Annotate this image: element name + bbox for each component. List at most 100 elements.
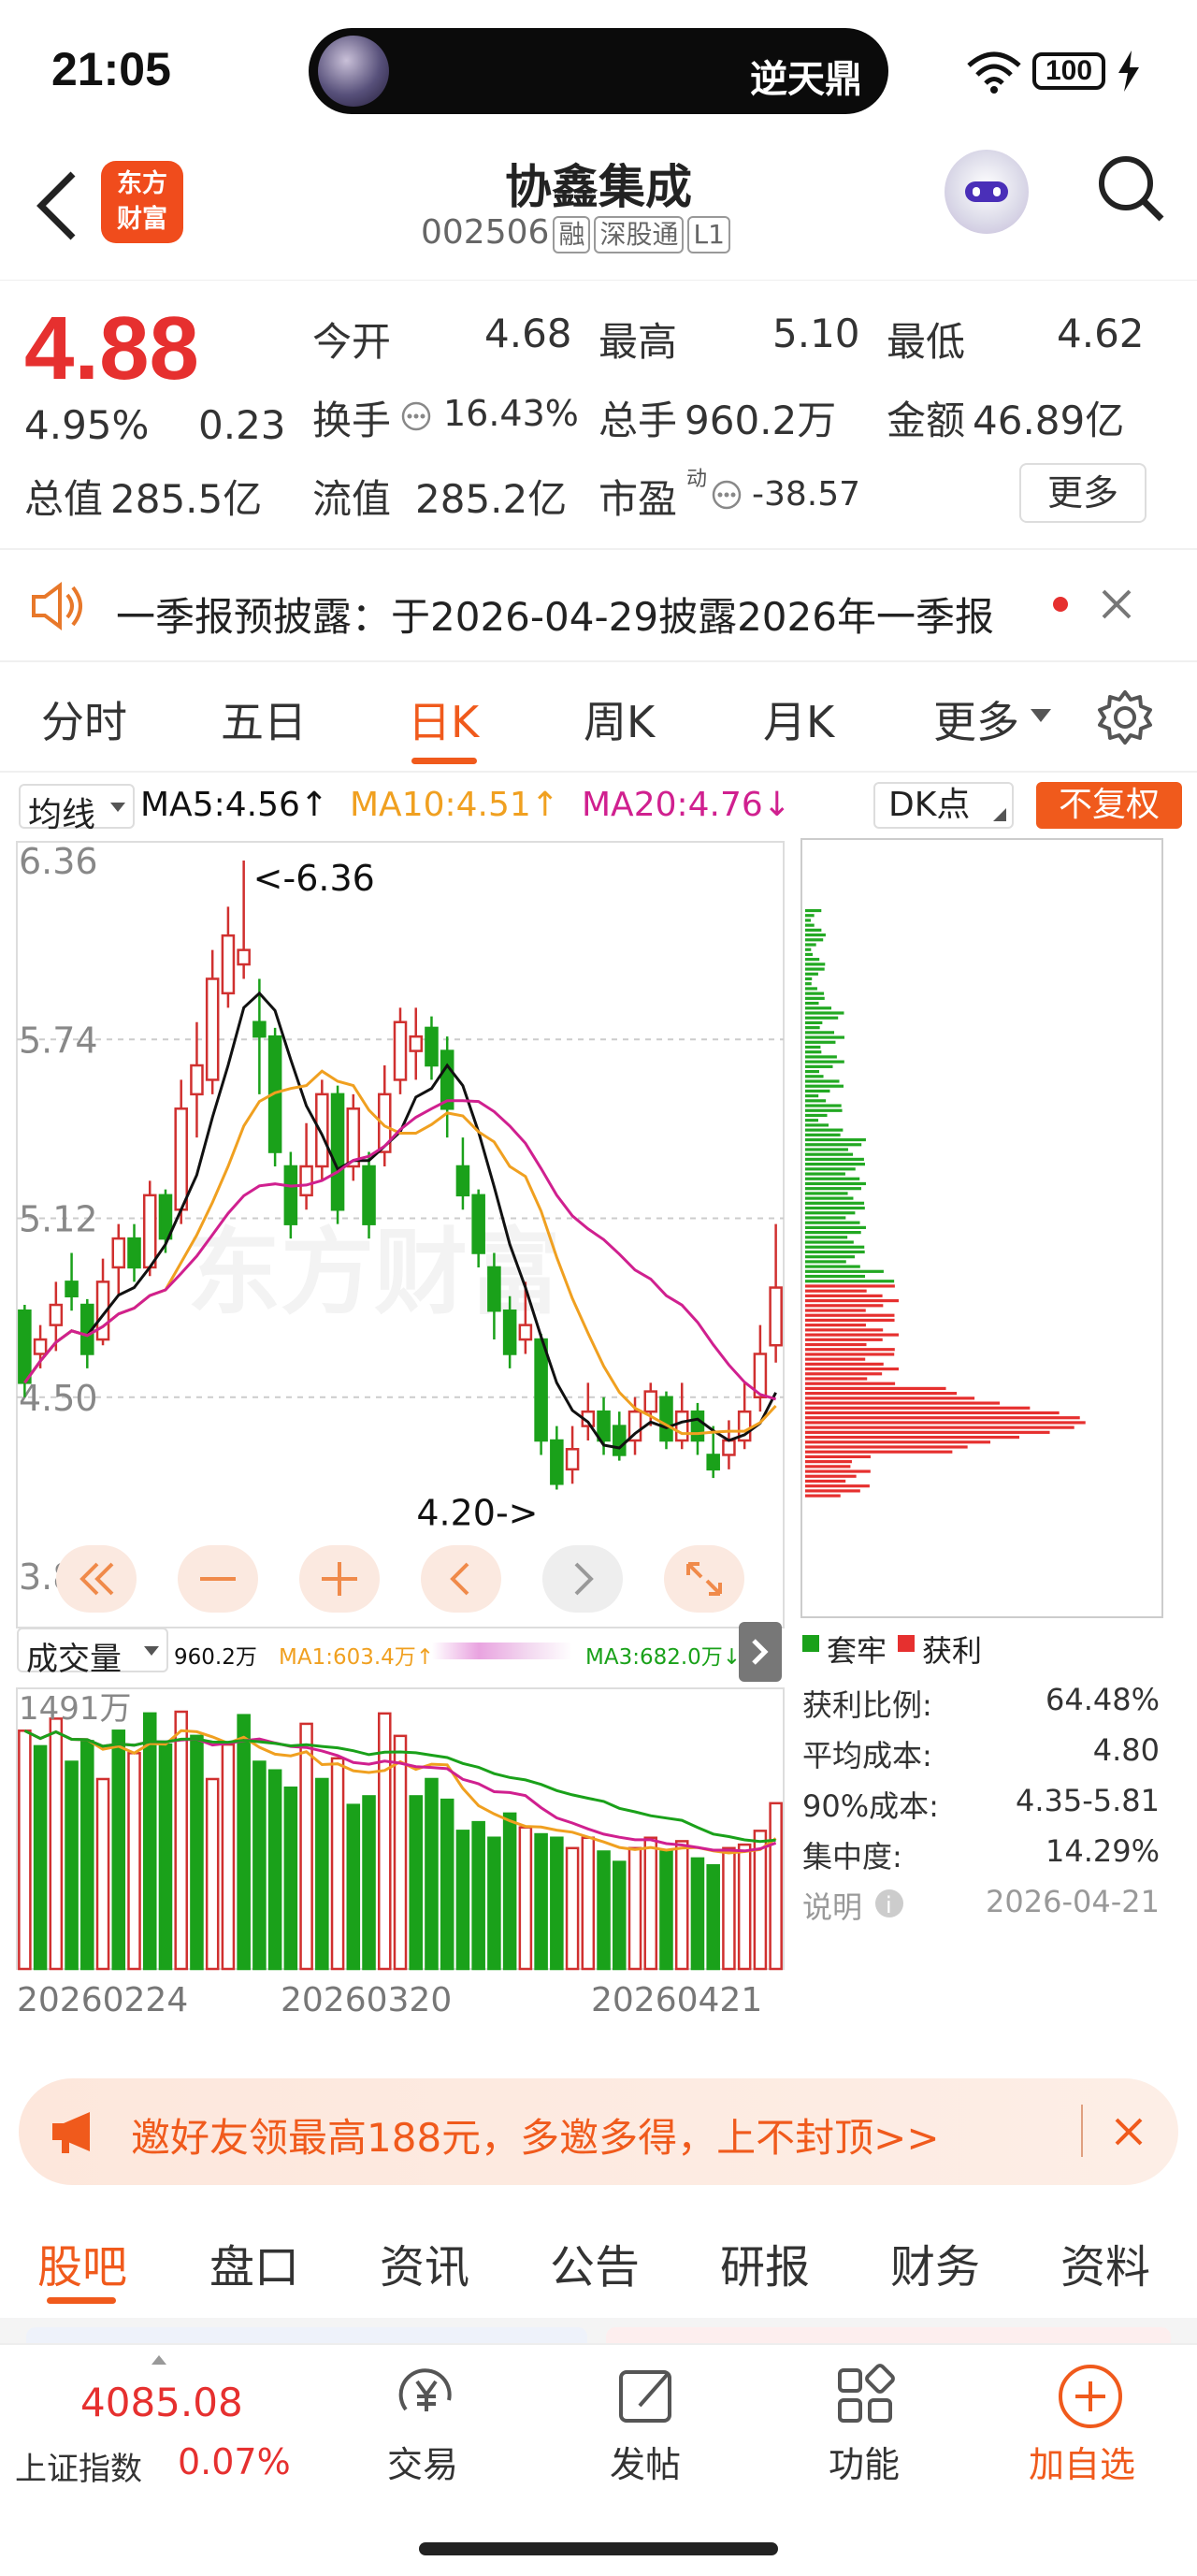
volume-bar [127,1752,141,1971]
kline-chart[interactable]: 东方财富 6.365.745.124.503.88 <-6.36 4.20-> [0,837,795,1632]
functions-grid-icon [838,2364,895,2423]
tab-news[interactable]: 资讯 [380,2230,469,2295]
chip-bar [805,1040,836,1044]
chip-bar [805,1309,866,1312]
volume-indicator-selector[interactable]: 成交量 [17,1628,168,1678]
island-title: 逆天鼎 [750,58,862,101]
chip-explain-label[interactable]: 说明 [802,1884,862,1927]
tab-profile[interactable]: 资料 [1060,2230,1150,2295]
expand-indicator-button[interactable] [739,1622,782,1682]
chip-bar [805,1445,968,1449]
volume-bar [487,1836,501,1971]
chip-bar [805,1324,866,1327]
chip-bar [805,1181,866,1186]
chip-bar [805,1133,841,1136]
tab-guba[interactable]: 股吧 [37,2230,127,2295]
chip-bar [805,1430,1050,1434]
nav-add-watchlist[interactable]: 加自选 [1029,2436,1135,2487]
volume-bar [613,1860,627,1971]
nav-functions[interactable]: 功能 [829,2436,900,2487]
chip-stat-label: 集中度: [802,1839,902,1874]
nav-post[interactable]: 发帖 [610,2436,681,2487]
tab-more[interactable]: 更多 [933,688,1019,750]
expand-up-icon[interactable] [150,2353,168,2366]
chip-bar [805,1177,860,1180]
chip-stat-label: 90%成本: [802,1788,939,1824]
tab-intraday[interactable]: 分时 [41,688,127,750]
dynamic-island[interactable]: 逆天鼎 [309,28,888,114]
change-amount: 0.23 [198,402,286,448]
assistant-robot-icon[interactable] [945,150,1029,234]
chip-bar [805,1338,883,1341]
promo-text: 邀好友领最高188元，多邀多得，上不封顶>> [131,2115,940,2161]
candle-body [769,1286,783,1347]
index-value[interactable]: 4085.08 [80,2380,243,2425]
candle-body [518,1324,533,1341]
close-promo-icon[interactable] [1113,2116,1145,2148]
chip-stat-value: 64.48% [1045,1682,1160,1717]
more-quote-button[interactable]: 更多 [1019,463,1147,523]
zoom-in-button[interactable] [299,1545,380,1613]
candle-body [330,1093,345,1211]
close-notice-icon[interactable] [1098,586,1135,623]
tab-daily-k[interactable]: 日K [408,688,479,750]
chip-bar [805,1265,860,1268]
minus-icon [200,1577,236,1581]
volume-bar [362,1795,376,1971]
scroll-left-button[interactable] [421,1545,501,1613]
chip-bar [805,1094,819,1098]
volume-bar [518,1826,533,1971]
chip-bar [805,1172,845,1176]
tab-five-day[interactable]: 五日 [221,688,307,750]
volume-bar [393,1734,408,1971]
volume-bar [299,1722,313,1971]
volume-bar [581,1836,596,1971]
trade-yen-icon [398,2368,452,2411]
candle-body [550,1439,564,1485]
open-value: 4.68 [484,311,572,356]
volume-bar [18,1729,32,1971]
fuquan-button[interactable]: 不复权 [1036,782,1182,829]
ma-selector[interactable]: 均线 [19,784,135,834]
info-dots-icon[interactable] [400,400,432,432]
chip-bar [805,1123,829,1127]
notice-text: 一季报预披露：于2026-04-29披露2026年一季报 [116,594,994,640]
vol-ma1-text: MA1:603.4万 [279,1645,416,1670]
candle-body [706,1454,720,1471]
volume-bar [674,1840,689,1971]
tab-research[interactable]: 研报 [720,2230,810,2295]
chip-bar [805,1236,848,1239]
ma10-text: MA10:4.51 [350,786,531,824]
chip-bar [805,982,812,986]
zoom-out-button[interactable] [178,1545,258,1613]
scroll-right-button[interactable] [542,1545,623,1613]
chip-bar [805,1406,1031,1410]
chip-bar [805,1372,883,1376]
volume-bar [722,1846,736,1971]
candle-body [158,1194,173,1240]
tab-announcements[interactable]: 公告 [550,2230,640,2295]
candle-body [393,1020,408,1081]
tab-weekly-k[interactable]: 周K [584,688,655,750]
pe-info-icon[interactable] [711,479,743,511]
chip-bar [805,1440,991,1444]
chip-bar [805,1479,846,1483]
chip-bar [805,1425,1074,1429]
tab-pankou[interactable]: 盘口 [209,2230,299,2295]
chip-bar [805,1401,1001,1405]
candle-body [597,1410,611,1442]
settings-gear-icon[interactable] [1096,688,1154,746]
chip-bar [805,1163,865,1166]
chip-bar [805,1231,861,1235]
nav-trade[interactable]: 交易 [387,2436,458,2487]
music-cover-icon [318,36,389,107]
candle-body [33,1338,48,1355]
search-icon[interactable] [1094,152,1169,226]
chip-bar [805,1386,946,1391]
chip-bar [805,972,818,976]
tab-monthly-k[interactable]: 月K [763,688,834,750]
fullscreen-button[interactable] [664,1545,744,1613]
tab-finance[interactable]: 财务 [890,2230,980,2295]
info-icon[interactable]: i [873,1888,905,1919]
scroll-left-fast-button[interactable] [56,1545,137,1613]
